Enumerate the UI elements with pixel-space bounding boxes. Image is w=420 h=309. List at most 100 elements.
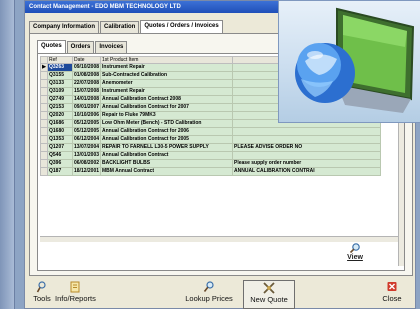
empty-cell	[72, 215, 101, 224]
empty-cell	[47, 175, 73, 184]
outer-tab-bar: Company Information Calibration Quotes /…	[29, 20, 224, 34]
empty-cell	[72, 199, 101, 208]
view-button[interactable]: View	[338, 242, 372, 266]
table-row[interactable]: Q1353 06/12/2004 Annual Calibration Contra…	[40, 135, 381, 144]
cell-ref[interactable]: Q1353	[47, 135, 73, 144]
row-selector[interactable]	[40, 127, 48, 136]
cell-date[interactable]: 09/10/2008	[72, 63, 101, 72]
cell-ref[interactable]: Q3109	[47, 87, 73, 96]
close-button-label: Close	[382, 294, 402, 303]
row-selector[interactable]	[40, 143, 48, 152]
cell-date[interactable]: 22/07/2008	[72, 79, 101, 88]
cell-date[interactable]: 18/12/2001	[72, 167, 101, 176]
empty-row	[40, 191, 381, 200]
cell-date[interactable]: 15/07/2008	[72, 87, 101, 96]
cell-ref[interactable]: Q3133	[47, 79, 73, 88]
empty-row	[40, 223, 381, 232]
empty-cell	[232, 191, 381, 200]
row-selector[interactable]	[40, 103, 48, 112]
row-selector[interactable]	[40, 119, 48, 128]
row-selector[interactable]	[40, 87, 48, 96]
cell-item[interactable]: Low Ohm Meter (Bench) - STD Calibration	[100, 119, 233, 128]
cell-item[interactable]: Instrument Repair	[100, 87, 233, 96]
cell-date[interactable]: 14/01/2008	[72, 95, 101, 104]
cell-item[interactable]: Annual Calibration Contract 2008	[100, 95, 233, 104]
cell-item[interactable]: Annual Calibration Contract for 2007	[100, 103, 233, 112]
column-header-date[interactable]: Date	[72, 56, 101, 64]
table-row[interactable]: Q546 13/01/2003 Annual Calibration Contrac…	[40, 151, 381, 160]
empty-cell	[40, 191, 48, 200]
tab-quotes[interactable]: Quotes	[37, 40, 66, 54]
cell-date[interactable]: 06/12/2004	[72, 135, 101, 144]
cell-ref[interactable]: Q3155	[47, 71, 73, 80]
empty-cell	[100, 183, 233, 192]
empty-row	[40, 215, 381, 224]
new-quote-button[interactable]: New Quote	[243, 280, 295, 309]
info-reports-button[interactable]: Info/Reports	[55, 280, 96, 307]
tab-company-information[interactable]: Company Information	[29, 21, 100, 33]
table-row[interactable]: Q1680 05/12/2005 Annual Calibration Contra…	[40, 127, 381, 136]
cell-item[interactable]: Annual Calibration Contract	[100, 151, 233, 160]
cell-item[interactable]: BACKLIGHT BULBS	[100, 159, 233, 168]
tab-quotes-orders-invoices[interactable]: Quotes / Orders / Invoices	[140, 20, 223, 34]
tab-orders[interactable]: Orders	[66, 41, 95, 53]
empty-cell	[40, 199, 48, 208]
cell-date[interactable]: 05/12/2005	[72, 119, 101, 128]
column-header-first-product-item[interactable]: 1st Product Item	[100, 56, 233, 64]
cell-date[interactable]: 13/07/2004	[72, 143, 101, 152]
cell-item[interactable]: Instrument Repair	[100, 63, 233, 72]
cell-date[interactable]: 06/08/2002	[72, 159, 101, 168]
row-selector[interactable]	[40, 167, 48, 176]
cell-ref[interactable]: Q2153	[47, 103, 73, 112]
cell-note[interactable]: ANNUAL CALIBRATION CONTRAI	[232, 167, 381, 176]
cell-date[interactable]: 10/10/2006	[72, 111, 101, 120]
row-selector[interactable]: ▶	[40, 63, 48, 72]
cell-ref[interactable]: Q2020	[47, 111, 73, 120]
lookup-prices-button[interactable]: Lookup Prices	[179, 280, 239, 307]
cell-date[interactable]: 05/12/2005	[72, 127, 101, 136]
cell-item[interactable]: Repair to Fluke 79MK3	[100, 111, 233, 120]
table-row[interactable]: Q1207 13/07/2004 REPAIR TO FARNELL L30-5 P…	[40, 143, 381, 152]
row-selector[interactable]	[40, 79, 48, 88]
cell-item[interactable]: MBM Annual Contract	[100, 167, 233, 176]
cell-item[interactable]: Sub-Contracted Calibration	[100, 71, 233, 80]
bottom-toolbar: Tools Info/Reports Lookup Prices New Quo…	[29, 280, 411, 309]
empty-cell	[40, 183, 48, 192]
row-selector[interactable]	[40, 71, 48, 80]
cell-item[interactable]: REPAIR TO FARNELL L30-5 POWER SUPPLY	[100, 143, 233, 152]
cell-note[interactable]	[232, 151, 381, 160]
cell-ref[interactable]: Q187	[47, 167, 73, 176]
cell-ref[interactable]: Q1686	[47, 119, 73, 128]
empty-cell	[40, 207, 48, 216]
close-button[interactable]: Close	[377, 280, 407, 307]
cell-date[interactable]: 09/01/2007	[72, 103, 101, 112]
row-selector[interactable]	[40, 159, 48, 168]
cell-item[interactable]: Annual Calibration Contract for 2005	[100, 135, 233, 144]
cell-ref[interactable]: Q396	[47, 159, 73, 168]
tools-button[interactable]: Tools	[31, 280, 53, 307]
cell-note[interactable]: Please supply order number	[232, 159, 381, 168]
table-row[interactable]: Q187 18/12/2001 MBM Annual Contract ANNUAL …	[40, 167, 381, 176]
cell-ref[interactable]: Q3263	[47, 63, 73, 72]
cell-ref[interactable]: Q2749	[47, 95, 73, 104]
cell-item[interactable]: Annual Calibration Contract for 2006	[100, 127, 233, 136]
row-selector[interactable]	[40, 135, 48, 144]
cell-ref[interactable]: Q1680	[47, 127, 73, 136]
column-header-ref[interactable]: Ref	[47, 56, 73, 64]
cell-date[interactable]: 13/01/2003	[72, 151, 101, 160]
cell-ref[interactable]: Q1207	[47, 143, 73, 152]
magnifier-icon	[203, 281, 214, 292]
row-selector[interactable]	[40, 111, 48, 120]
inner-tab-bar: Quotes Orders Invoices	[37, 40, 128, 54]
table-row[interactable]: Q396 06/08/2002 BACKLIGHT BULBS Please supp…	[40, 159, 381, 168]
cell-note[interactable]: PLEASE ADVISE ORDER NO	[232, 143, 381, 152]
tab-calibration[interactable]: Calibration	[100, 21, 140, 33]
cell-ref[interactable]: Q546	[47, 151, 73, 160]
tab-invoices[interactable]: Invoices	[95, 41, 128, 53]
row-selector[interactable]	[40, 151, 48, 160]
cell-item[interactable]: Anemometer	[100, 79, 233, 88]
row-selector[interactable]	[40, 95, 48, 104]
cell-note[interactable]	[232, 127, 381, 136]
cell-date[interactable]: 01/08/2008	[72, 71, 101, 80]
cell-note[interactable]	[232, 135, 381, 144]
